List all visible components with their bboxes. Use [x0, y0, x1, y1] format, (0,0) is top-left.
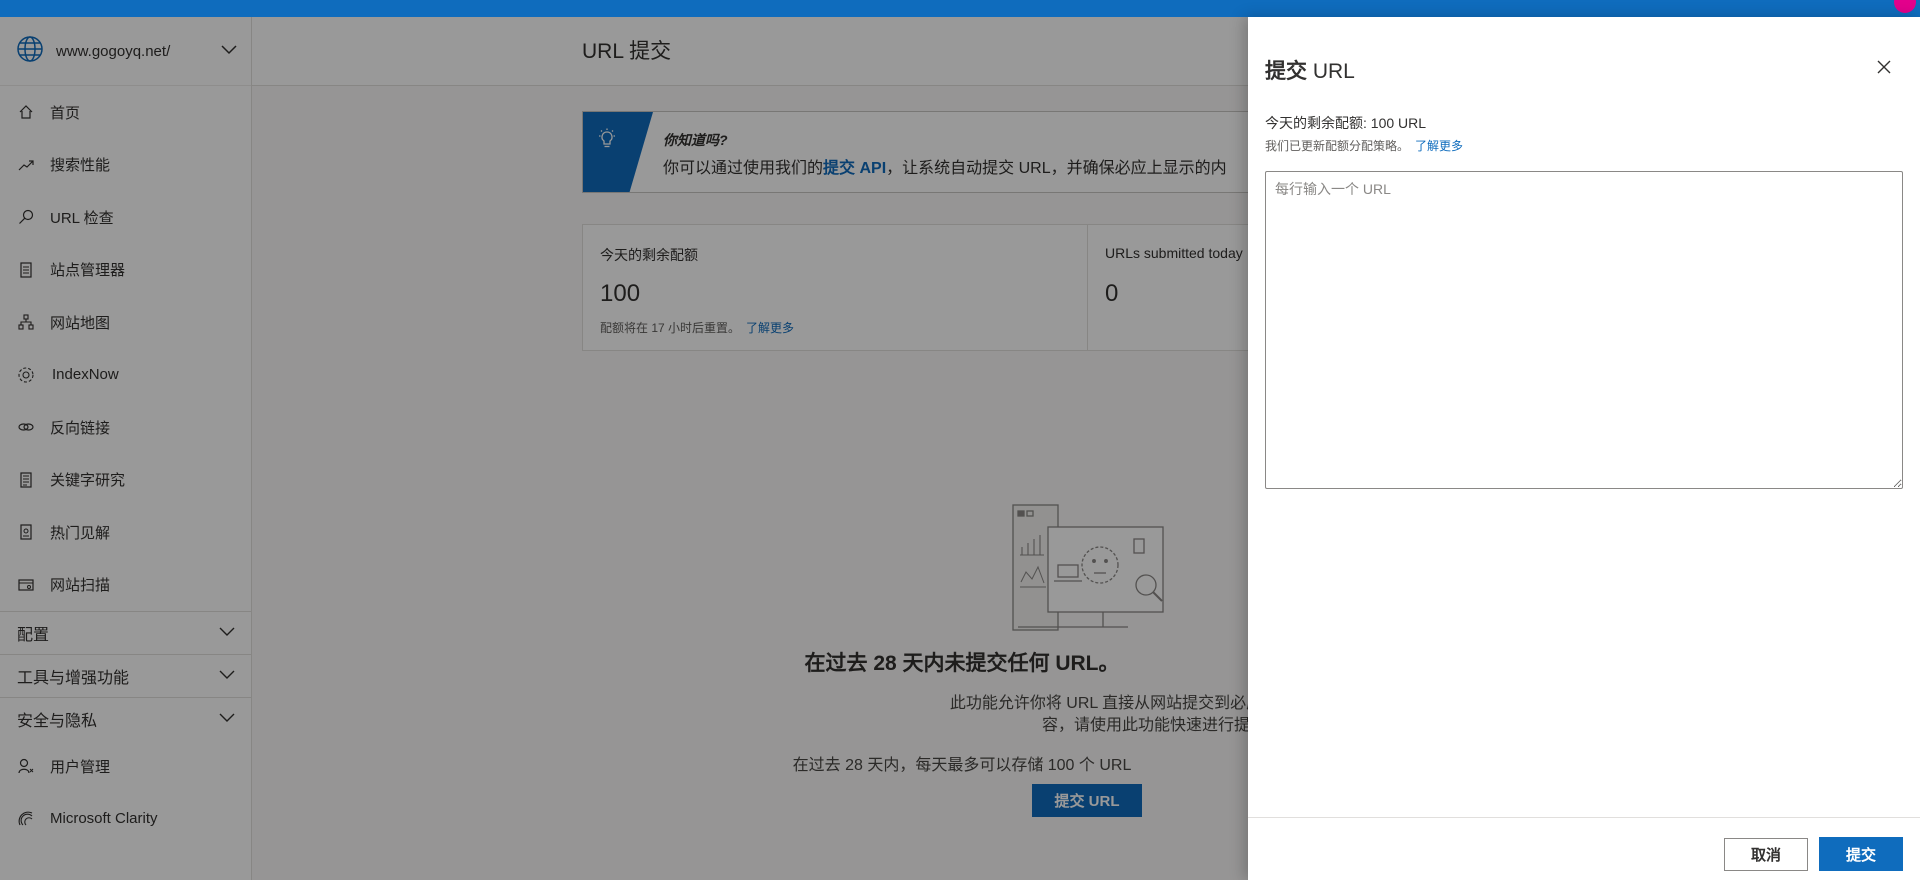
modal-overlay[interactable]: [0, 17, 1248, 880]
submit-url-panel: 提交 URL 今天的剩余配额: 100 URL 我们已更新配额分配策略。 了解更多…: [1248, 17, 1920, 880]
close-button[interactable]: [1872, 57, 1896, 81]
panel-quota-text: 今天的剩余配额: 100 URL: [1265, 115, 1427, 131]
quota-policy-note: 我们已更新配额分配策略。: [1265, 139, 1410, 153]
panel-quota-subtext: 我们已更新配额分配策略。 了解更多: [1265, 137, 1463, 154]
panel-footer: 取消 提交: [1248, 817, 1920, 880]
panel-learn-more-link[interactable]: 了解更多: [1415, 139, 1463, 153]
cancel-button[interactable]: 取消: [1724, 838, 1808, 871]
panel-title-bold: 提交: [1265, 60, 1307, 83]
top-bar: [0, 0, 1920, 17]
panel-title-light: URL: [1307, 60, 1355, 83]
url-textarea[interactable]: [1265, 171, 1903, 489]
close-icon: [1877, 60, 1891, 79]
submit-button[interactable]: 提交: [1819, 837, 1903, 871]
panel-title: 提交 URL: [1265, 55, 1355, 85]
avatar[interactable]: [1894, 0, 1916, 13]
